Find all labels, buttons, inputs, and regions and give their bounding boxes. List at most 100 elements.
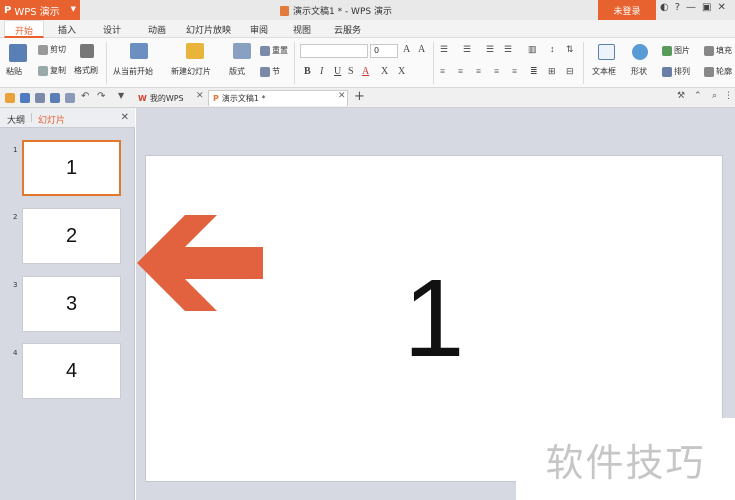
numbering-icon[interactable]: ☰ <box>463 44 471 55</box>
slide-thumbnail[interactable]: 2 <box>22 208 121 264</box>
preview-icon[interactable] <box>65 93 75 103</box>
app-menu-button[interactable]: P WPS 演示 ▼ <box>0 0 80 20</box>
expand-icon[interactable]: ⌃ <box>694 91 702 101</box>
tab-view[interactable]: 视图 <box>293 23 311 36</box>
italic-icon[interactable]: I <box>320 66 323 77</box>
align-center-icon[interactable]: ≡ <box>458 66 463 76</box>
arrange-icon <box>662 66 672 77</box>
indent-icon[interactable]: ☰ <box>486 44 494 55</box>
skin-icon[interactable]: ◐ <box>660 2 669 13</box>
help-icon[interactable]: ? <box>675 2 680 13</box>
line-spacing-icon[interactable]: ☰ <box>504 44 512 55</box>
distribute-icon[interactable]: ≡ <box>512 66 517 76</box>
fill-button[interactable]: 填充 <box>704 45 732 56</box>
undo-icon[interactable]: ↶ <box>81 91 91 102</box>
tab-outline[interactable]: 大纲 <box>7 113 25 126</box>
more-icon[interactable]: ⋮ <box>724 91 733 101</box>
font-size-select[interactable]: 0 <box>370 44 398 58</box>
window-controls: ◐ ? — ▣ ✕ <box>660 2 726 13</box>
slide-thumbnail[interactable]: 4 <box>22 343 121 399</box>
window-title: 演示文稿1 * - WPS 演示 <box>280 4 392 17</box>
copy-button[interactable]: 复制 <box>38 65 66 76</box>
login-button[interactable]: 未登录 <box>598 0 656 20</box>
reset-button[interactable]: 重置 <box>260 45 288 56</box>
section-button[interactable]: 节 <box>260 66 280 77</box>
export-icon[interactable] <box>35 93 45 103</box>
close-tab-icon[interactable]: ✕ <box>338 91 346 101</box>
tab-review[interactable]: 审阅 <box>250 23 268 36</box>
restore-icon[interactable]: ▣ <box>702 2 711 13</box>
tab-document[interactable]: P 演示文稿1 * <box>208 90 348 106</box>
save-icon[interactable] <box>20 93 30 103</box>
copy-label: 复制 <box>50 66 66 75</box>
shape-button[interactable]: 形状 <box>631 66 647 77</box>
grow-font-icon[interactable]: A <box>403 44 410 55</box>
paste-button[interactable]: 粘贴 <box>6 66 22 77</box>
minimize-icon[interactable]: — <box>686 2 696 13</box>
sort-icon[interactable]: ⇅ <box>566 44 574 55</box>
align-text-icon[interactable]: ≣ <box>530 66 538 77</box>
justify-icon[interactable]: ≡ <box>494 66 499 76</box>
outline-icon <box>704 66 714 77</box>
tab-home[interactable]: 开始 <box>4 20 45 38</box>
shadow-icon[interactable]: S <box>348 66 354 77</box>
outline-button[interactable]: 轮廓 <box>704 66 732 77</box>
align-right-icon[interactable]: ≡ <box>476 66 481 76</box>
format-painter-button[interactable]: 格式刷 <box>74 65 98 76</box>
shape-icon[interactable] <box>632 44 648 60</box>
reset-icon <box>260 45 270 56</box>
slide-text[interactable]: 1 <box>403 263 464 374</box>
new-slide-button[interactable]: 新建幻灯片 <box>171 66 211 77</box>
close-tab-icon[interactable]: ✕ <box>196 91 204 101</box>
font-name-select[interactable] <box>300 44 368 58</box>
slide-thumbnail[interactable]: 3 <box>22 276 121 332</box>
open-icon[interactable] <box>5 93 15 103</box>
superscript-icon[interactable]: X <box>381 66 388 77</box>
picture-button[interactable]: 图片 <box>662 45 690 56</box>
customize-chevron-icon[interactable]: ▼ <box>118 91 128 101</box>
tab-slides[interactable]: 幻灯片 <box>38 113 65 126</box>
cut-button[interactable]: 剪切 <box>38 44 66 55</box>
search-icon[interactable]: ⌕ <box>712 91 717 101</box>
print-icon[interactable] <box>50 93 60 103</box>
fill-label: 填充 <box>716 46 732 55</box>
underline-icon[interactable]: U <box>334 66 341 77</box>
redo-icon[interactable]: ↷ <box>97 91 107 102</box>
picture-icon <box>662 45 672 56</box>
columns-icon[interactable]: ▥ <box>528 44 537 55</box>
smartart-icon[interactable]: ⊟ <box>566 66 574 77</box>
text-direction-icon[interactable]: ↕ <box>550 44 555 54</box>
textbox-button[interactable]: 文本框 <box>592 66 616 77</box>
layout-button[interactable]: 版式 <box>229 66 245 77</box>
subscript-icon[interactable]: X <box>398 66 405 77</box>
slide-number-label: 2 <box>13 213 18 221</box>
play-from-current-icon[interactable] <box>130 43 148 59</box>
vertical-align-icon[interactable]: ⊞ <box>548 66 556 77</box>
tab-cloud[interactable]: 云服务 <box>334 23 361 36</box>
shrink-font-icon[interactable]: A <box>418 44 425 55</box>
brush-icon[interactable] <box>80 44 94 58</box>
tab-slideshow[interactable]: 幻灯片放映 <box>186 23 231 36</box>
paste-icon[interactable] <box>9 44 27 62</box>
new-slide-icon[interactable] <box>186 43 204 59</box>
textbox-icon[interactable] <box>598 44 615 60</box>
tab-animation[interactable]: 动画 <box>148 23 166 36</box>
font-color-icon[interactable]: A <box>362 66 369 77</box>
document-icon <box>280 5 289 16</box>
bullets-icon[interactable]: ☰ <box>440 44 448 55</box>
tab-insert[interactable]: 插入 <box>58 23 76 36</box>
layout-icon[interactable] <box>233 43 251 59</box>
align-left-icon[interactable]: ≡ <box>440 66 445 76</box>
close-panel-icon[interactable]: ✕ <box>121 112 129 123</box>
arrange-button[interactable]: 排列 <box>662 66 690 77</box>
scissors-icon <box>38 44 48 55</box>
bold-icon[interactable]: B <box>304 66 311 77</box>
tab-design[interactable]: 设计 <box>103 23 121 36</box>
from-current-button[interactable]: 从当前开始 <box>113 66 153 77</box>
slide-thumbnail[interactable]: 1 <box>22 140 121 196</box>
tools-icon[interactable]: ⚒ <box>677 91 685 101</box>
arrow-shape <box>137 215 263 311</box>
new-tab-icon[interactable]: + <box>354 89 365 104</box>
close-icon[interactable]: ✕ <box>718 2 726 13</box>
ribbon: 粘贴 剪切 复制 格式刷 从当前开始 新建幻灯片 版式 重置 节 0 A A B… <box>0 38 735 88</box>
